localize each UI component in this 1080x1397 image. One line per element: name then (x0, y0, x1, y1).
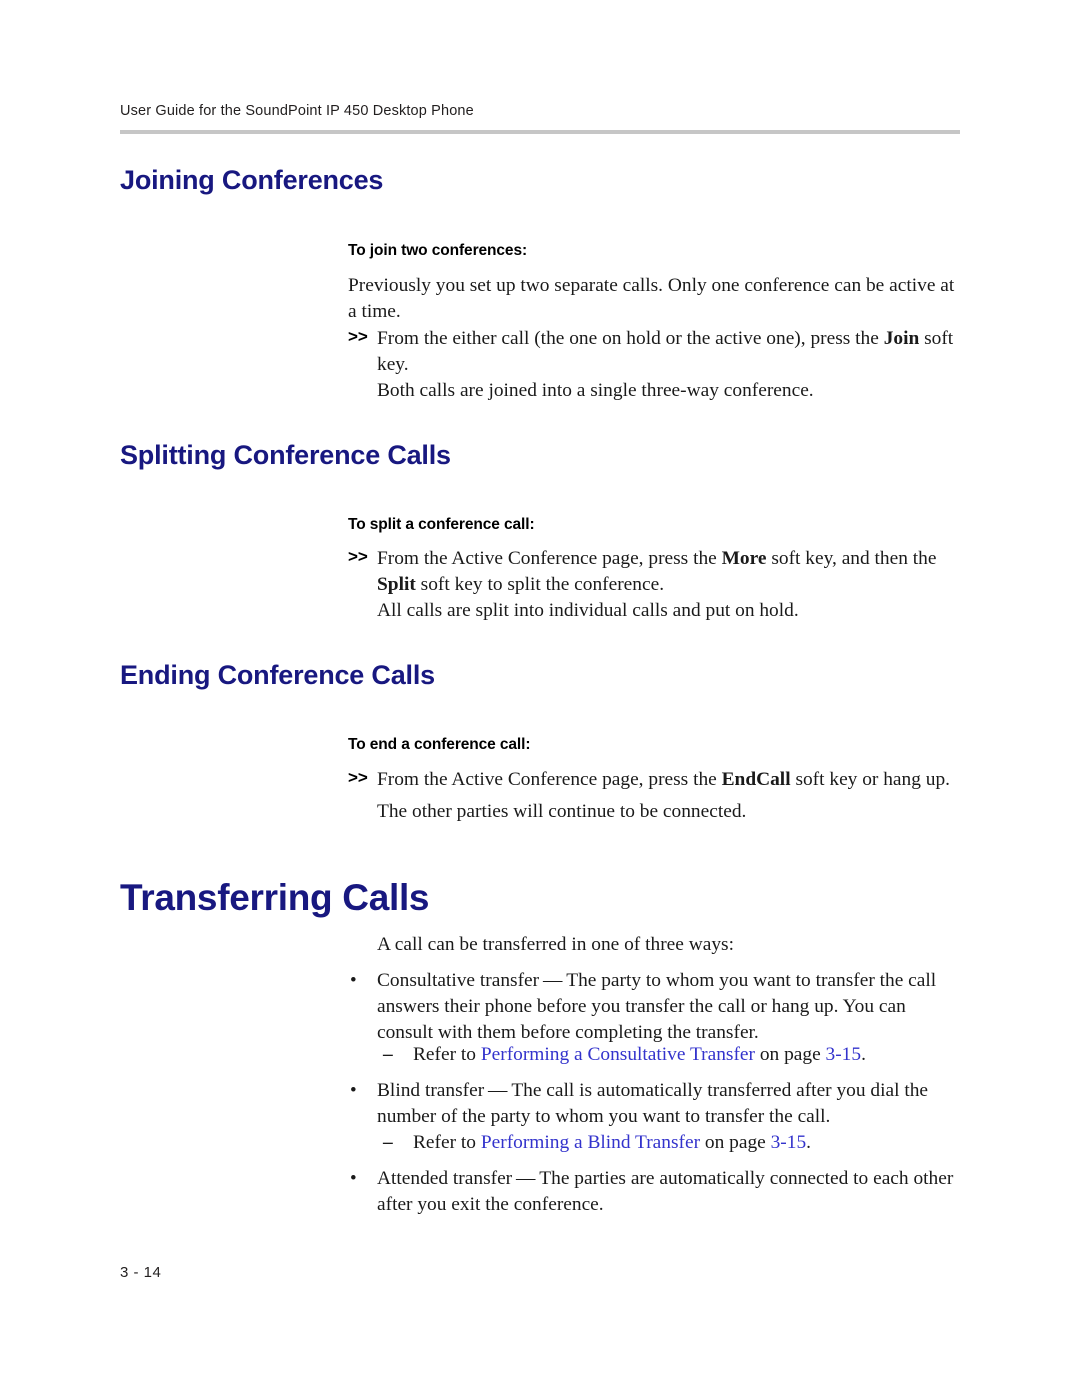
step-text-part3: soft key to split the conference. (415, 574, 665, 595)
crossref-text: Refer to Performing a Blind Transfer on … (413, 1130, 962, 1156)
crossref-link-consultative-transfer[interactable]: Performing a Consultative Transfer (481, 1044, 755, 1065)
step-text-part1: From the Active Conference page, press t… (377, 769, 722, 790)
header-divider-rule (120, 130, 960, 134)
step-join-softkey: >> From the either call (the one on hold… (348, 326, 962, 378)
list-item: • Consultative transfer — The party to w… (348, 968, 962, 1046)
bullet-icon: • (350, 1080, 357, 1101)
softkey-name-more: More (721, 548, 767, 569)
list-item-text: Attended transfer — The parties are auto… (377, 1168, 954, 1215)
softkey-name-endcall: EndCall (721, 769, 791, 790)
step-marker-arrow: >> (348, 327, 368, 346)
crossref-suffix: . (806, 1132, 812, 1153)
list-item-text: Blind transfer — The call is automatical… (377, 1080, 929, 1127)
crossref-middle: on page (754, 1044, 826, 1065)
step-text-part1: From the either call (the one on hold or… (377, 328, 884, 349)
crossref-prefix: Refer to (413, 1044, 481, 1065)
step-marker-arrow: >> (348, 547, 368, 566)
procedure-title-join-two-conferences: To join two conferences: (348, 242, 528, 259)
heading-transferring-calls: Transferring Calls (120, 877, 430, 918)
list-item: • Blind transfer — The call is automatic… (348, 1078, 962, 1130)
procedure-title-split-conference-call: To split a conference call: (348, 516, 535, 533)
list-item: • Attended transfer — The parties are au… (348, 1166, 962, 1218)
paragraph-join-intro: Previously you set up two separate calls… (348, 275, 955, 322)
step-text-part1: From the Active Conference page, press t… (377, 548, 722, 569)
heading-splitting-conference-calls: Splitting Conference Calls (120, 440, 451, 470)
step-text-part2: soft key or hang up. (790, 769, 950, 790)
running-header: User Guide for the SoundPoint IP 450 Des… (120, 103, 474, 119)
crossref-link-blind-transfer[interactable]: Performing a Blind Transfer (481, 1132, 700, 1153)
document-page: User Guide for the SoundPoint IP 450 Des… (0, 0, 1080, 1397)
crossref-text: Refer to Performing a Consultative Trans… (413, 1042, 962, 1068)
step-split-softkey: >> From the Active Conference page, pres… (348, 546, 962, 598)
paragraph-transfer-intro: A call can be transferred in one of thre… (377, 934, 734, 955)
step-endcall-softkey: >> From the Active Conference page, pres… (348, 767, 962, 793)
crossref-page-link[interactable]: 3-15 (826, 1044, 862, 1065)
softkey-name-split: Split (377, 574, 416, 595)
paragraph-split-result: All calls are split into individual call… (377, 600, 799, 621)
crossref-page-link[interactable]: 3-15 (771, 1132, 807, 1153)
crossref-item: – Refer to Performing a Consultative Tra… (383, 1042, 962, 1068)
crossref-suffix: . (861, 1044, 866, 1065)
step-text-part2: soft key, and then the (766, 548, 937, 569)
step-text: From the Active Conference page, press t… (377, 546, 962, 598)
paragraph-end-result: The other parties will continue to be co… (377, 801, 747, 822)
bullet-icon: • (350, 970, 357, 991)
paragraph-join-result: Both calls are joined into a single thre… (377, 380, 814, 401)
crossref-item: – Refer to Performing a Blind Transfer o… (383, 1130, 962, 1156)
step-text: From the Active Conference page, press t… (377, 767, 962, 793)
crossref-prefix: Refer to (413, 1132, 481, 1153)
heading-joining-conferences: Joining Conferences (120, 165, 384, 195)
step-text: From the either call (the one on hold or… (377, 326, 962, 378)
procedure-title-end-conference-call: To end a conference call: (348, 736, 531, 753)
softkey-name-join: Join (883, 328, 920, 349)
dash-icon: – (383, 1132, 393, 1153)
heading-ending-conference-calls: Ending Conference Calls (120, 660, 435, 690)
list-item-text: Consultative transfer — The party to who… (377, 970, 937, 1043)
page-number: 3 - 14 (120, 1264, 162, 1281)
bullet-icon: • (350, 1168, 357, 1189)
step-marker-arrow: >> (348, 768, 368, 787)
dash-icon: – (383, 1044, 393, 1065)
crossref-middle: on page (700, 1132, 771, 1153)
